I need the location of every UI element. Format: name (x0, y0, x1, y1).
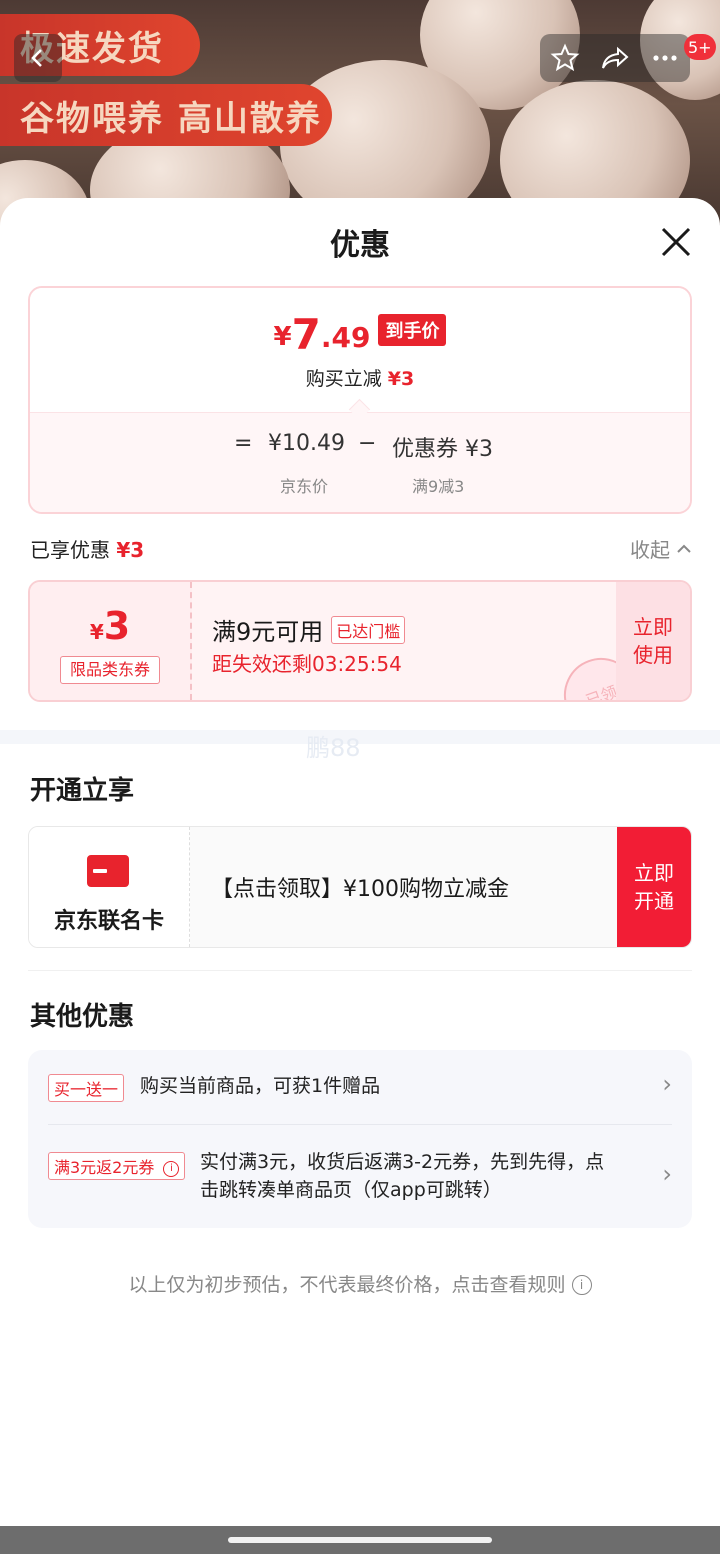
other-section-title: 其他优惠 (30, 1002, 135, 1032)
top-action-bar (540, 34, 690, 82)
minus-sign: − (358, 431, 377, 456)
home-gesture-handle[interactable] (228, 1537, 492, 1543)
chevron-up-icon (677, 544, 691, 553)
coupon-countdown: 距失效还剩03:25:54 (212, 652, 402, 676)
final-price-integer: 7 (291, 310, 321, 359)
coupon-label: 优惠券 (392, 437, 459, 462)
final-price-decimal: .49 (320, 321, 371, 354)
card-name: 京东联名卡 (53, 909, 164, 934)
reduce-summary: 购买立减 ¥3 (305, 368, 415, 390)
share-button[interactable] (595, 38, 635, 78)
promo-tag: 买一送一 (48, 1074, 125, 1102)
final-price-area: ¥ 7 .49 到手价 购买立减 ¥3 (30, 288, 690, 412)
final-price-tag: 到手价 (378, 314, 447, 346)
favorite-button[interactable] (545, 38, 585, 78)
more-button[interactable] (645, 38, 685, 78)
chevron-right-icon: › (662, 1070, 672, 1098)
list-item-buy-one-get-one[interactable]: 买一送一 购买当前商品，可获1件赠品 › (48, 1050, 672, 1124)
share-icon (602, 46, 629, 69)
equals-sign: = (234, 431, 253, 456)
enjoyed-discount-label: 已享优惠 ¥3 (30, 538, 145, 562)
coupon-card: ¥3 限品类东券 满9元可用 已达门槛 距失效还剩03:25:54 已领 立即使… (28, 580, 692, 702)
system-nav-bar (0, 1526, 720, 1554)
currency-symbol: ¥ (273, 322, 292, 352)
coupon-value: ¥3 (465, 437, 494, 462)
card-offer-text: 【点击领取】¥100购物立减金 (211, 877, 509, 902)
more-icon (653, 55, 677, 61)
coupon-condition: 满9元可用 已达门槛 (212, 612, 406, 647)
promo-tag: 满3元返2元券 (54, 1158, 155, 1177)
chevron-right-icon: › (662, 1160, 672, 1188)
credit-card-icon (87, 855, 129, 887)
enjoyed-discount-value: ¥3 (116, 538, 145, 562)
message-count-badge: 5+ (684, 34, 716, 60)
promo-text: 实付满3元，收货后返满3-2元券，先到先得，点 击跳转凑单商品页（仅app可跳转… (200, 1151, 605, 1201)
co-brand-card-offer: 京东联名卡 【点击领取】¥100购物立减金 立即 开通 (28, 826, 692, 948)
close-button[interactable] (658, 224, 694, 260)
threshold-reached-badge: 已达门槛 (331, 615, 406, 644)
divider-line (28, 970, 692, 971)
coupon-value-panel: ¥3 限品类东券 (30, 582, 192, 700)
rules-link[interactable]: 以上仅为初步预估，不代表最终价格，点击查看规则 i (0, 1270, 720, 1297)
close-icon (661, 227, 691, 257)
watermark-text: 鹏88 (306, 734, 361, 762)
base-price-caption: 京东价 (280, 477, 329, 496)
open-now-button[interactable]: 立即 开通 (617, 827, 691, 947)
card-brand-panel: 京东联名卡 (29, 827, 190, 947)
base-price: ¥10.49 (268, 431, 345, 456)
info-icon: i (163, 1161, 180, 1177)
reduce-value: ¥3 (387, 368, 415, 390)
sheet-title: 优惠 (330, 228, 390, 263)
price-breakdown: ¥ 7 .49 到手价 购买立减 ¥3 = ¥10.49 − 优惠券 ¥3 京东… (28, 286, 692, 514)
info-icon: i (571, 1275, 592, 1295)
list-item-cashback-coupon[interactable]: 满3元返2元券 i 实付满3元，收货后返满3-2元券，先到先得，点 击跳转凑单商… (48, 1124, 672, 1228)
discount-sheet: 优惠 ¥ 7 .49 到手价 购买立减 ¥3 = ¥10.49 − 优惠券 ¥3 (0, 198, 720, 1526)
promo-banner-feeding: 谷物喂养 高山散养 (0, 84, 332, 146)
back-icon (31, 49, 42, 67)
promo-text: 购买当前商品，可获1件赠品 (140, 1075, 381, 1097)
coupon-type-badge: 限品类东券 (60, 656, 160, 684)
other-discounts-list: 买一送一 购买当前商品，可获1件赠品 › 满3元返2元券 i 实付满3元，收货后… (28, 1050, 692, 1228)
coupon-amount: 3 (103, 604, 131, 648)
star-icon (550, 43, 580, 72)
coupon-caption: 满9减3 (412, 477, 465, 496)
collapse-toggle[interactable]: 收起 (630, 534, 692, 563)
open-section-title: 开通立享 (30, 776, 135, 806)
back-button[interactable] (14, 34, 62, 82)
price-formula: = ¥10.49 − 优惠券 ¥3 京东价 满9减3 (30, 412, 690, 512)
use-now-button[interactable]: 立即 使用 (616, 582, 690, 700)
